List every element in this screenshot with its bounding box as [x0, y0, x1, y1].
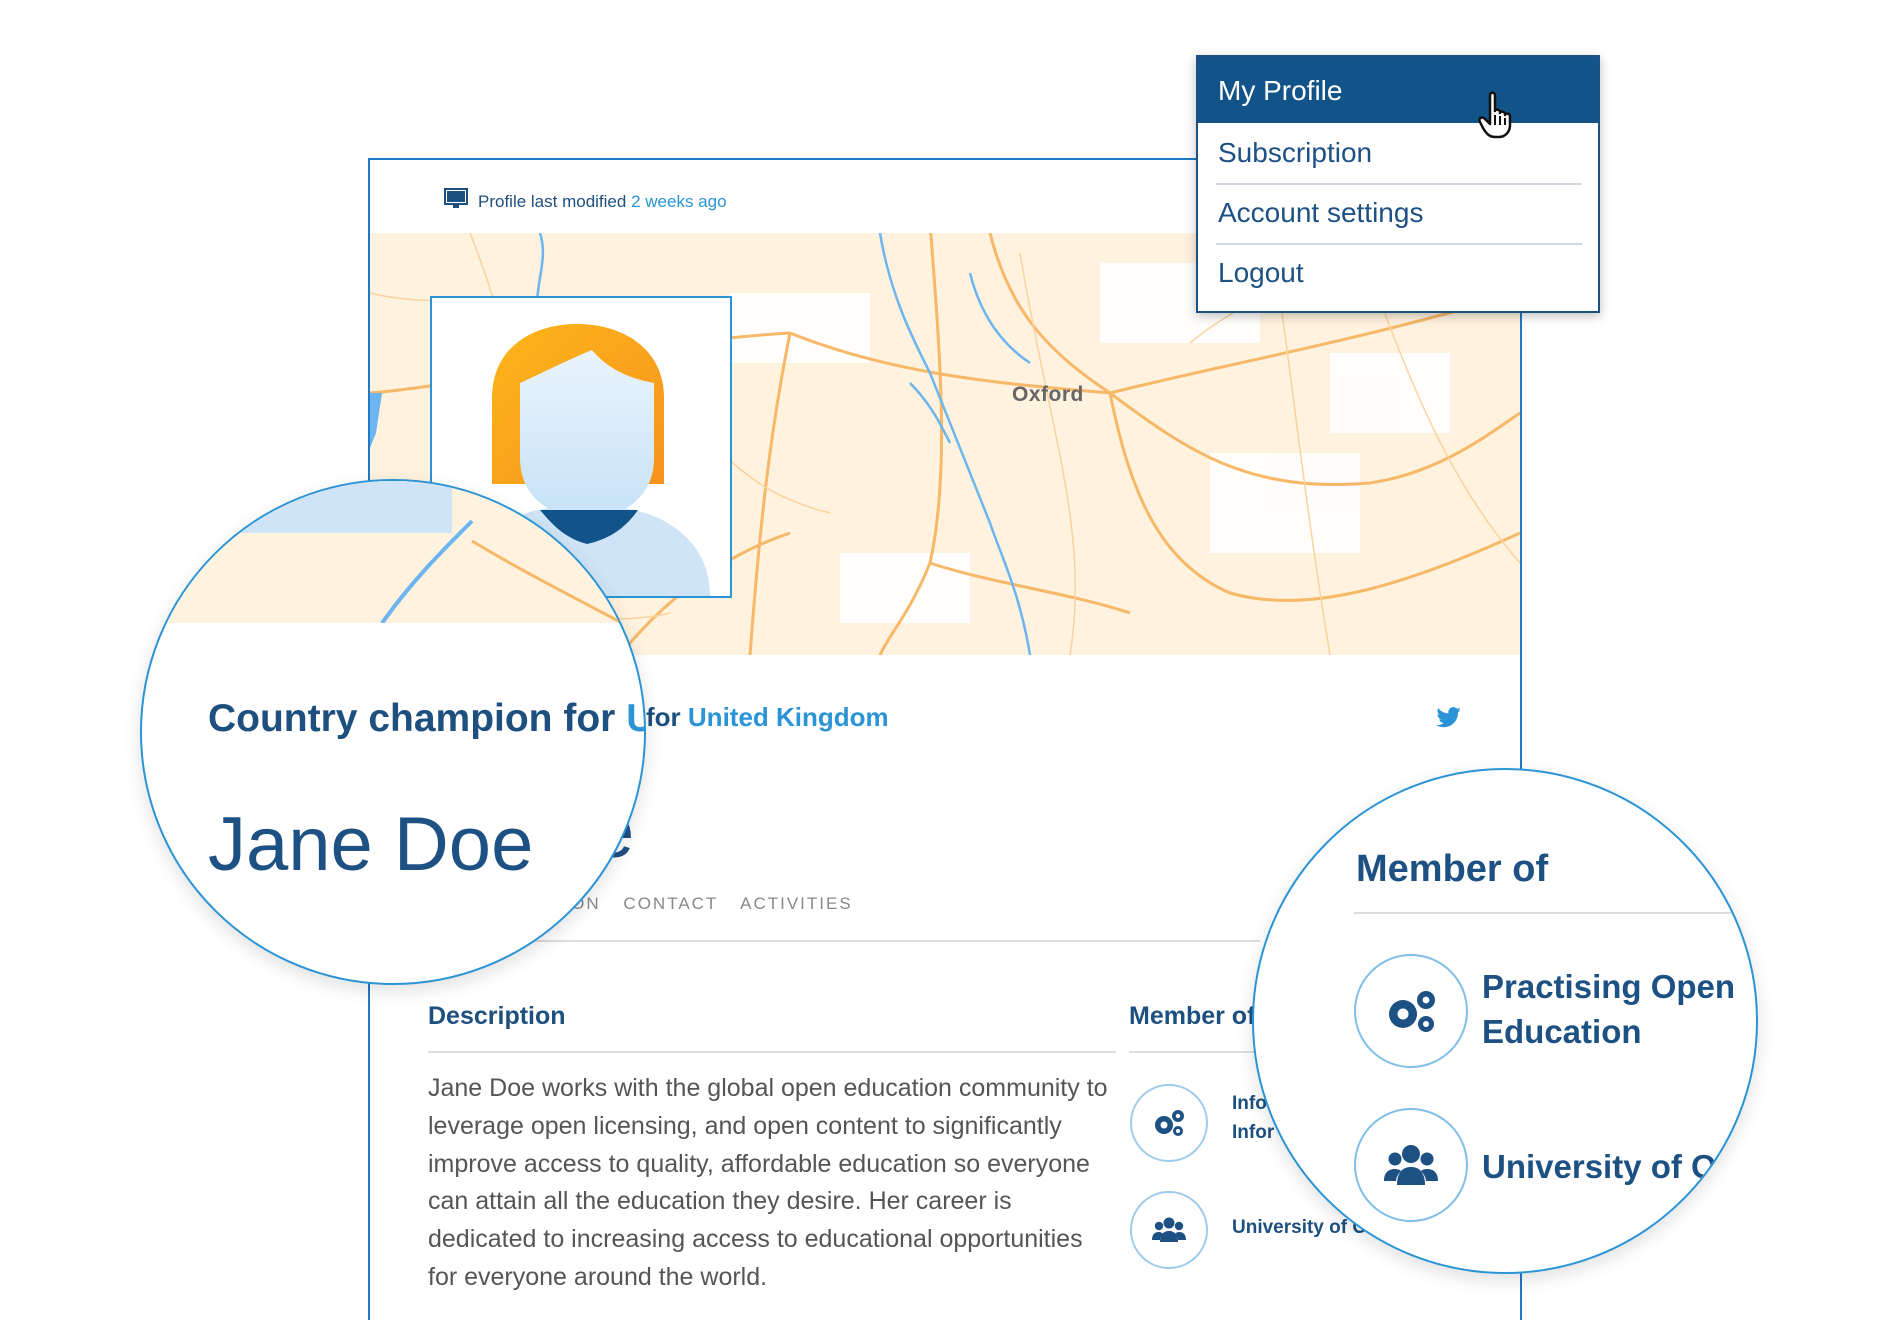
zoom-member-of-divider: [1354, 912, 1756, 914]
member-of-title: Member of: [1129, 1002, 1256, 1030]
tabs-divider: [430, 940, 1260, 942]
gears-icon: [1155, 1110, 1184, 1136]
description-title: Description: [428, 1002, 566, 1030]
menu-item-subscription[interactable]: Subscription: [1218, 137, 1372, 169]
zoom-map-strip: [142, 481, 644, 625]
group-name-small-1-line1[interactable]: Info: [1232, 1093, 1267, 1115]
users-icon: [1152, 1217, 1186, 1242]
zoom-callout-member-of: Member of Practising Open Education Univ…: [1252, 768, 1758, 1274]
modified-label: Profile last modified: [478, 192, 627, 211]
zoom-callout-name: Country champion for Un Jane Doe: [140, 479, 646, 985]
zoom-champion-line: Country champion for Un: [208, 697, 644, 741]
group-name-2[interactable]: University of O: [1482, 1144, 1717, 1189]
group-icon-users-small[interactable]: [1130, 1191, 1208, 1269]
group-name-1[interactable]: Practising Open Education: [1482, 964, 1735, 1054]
description-divider: [428, 1051, 1116, 1053]
modified-ago-link[interactable]: 2 weeks ago: [631, 192, 726, 211]
tab-contact[interactable]: CONTACT: [623, 894, 718, 913]
users-icon: [1384, 1145, 1438, 1185]
group-icon-gears-small[interactable]: [1130, 1084, 1208, 1162]
monitor-icon: [444, 188, 468, 208]
description-text: Jane Doe works with the global open educ…: [428, 1074, 1108, 1291]
zoom-country-link[interactable]: Un: [626, 697, 644, 740]
group-name-1-line2: Education: [1482, 1013, 1642, 1050]
menu-divider: [1216, 183, 1582, 185]
zoom-map-graphic: [142, 481, 644, 625]
zoom-champion-prefix: Country champion for: [208, 697, 616, 740]
hand-pointer-icon: [1478, 91, 1512, 139]
group-name-small-2[interactable]: University of O: [1232, 1217, 1367, 1239]
gears-icon: [1389, 991, 1435, 1032]
group-name-small-1-line2[interactable]: Infor: [1232, 1122, 1274, 1144]
profile-tabs: ATION CONTACT ACTIVITIES: [540, 894, 869, 914]
menu-item-my-profile-label: My Profile: [1218, 75, 1343, 106]
group-name-1-line1: Practising Open: [1482, 968, 1736, 1005]
user-menu-dropdown: My Profile Subscription Account settings…: [1196, 55, 1600, 313]
group-icon-gears[interactable]: [1354, 954, 1468, 1068]
profile-modified: Profile last modified 2 weeks ago: [444, 188, 727, 212]
group-icon-users[interactable]: [1354, 1108, 1468, 1222]
menu-item-account-settings[interactable]: Account settings: [1218, 197, 1423, 229]
menu-item-my-profile[interactable]: My Profile: [1198, 57, 1598, 139]
tab-activities[interactable]: ACTIVITIES: [740, 894, 853, 913]
menu-divider: [1216, 243, 1582, 245]
profile-name: Jane Doe: [208, 802, 534, 887]
champion-for-label: for: [646, 702, 681, 732]
zoom-member-of-title: Member of: [1356, 848, 1549, 890]
map-city-label: Oxford: [1012, 383, 1084, 406]
twitter-icon[interactable]: [1436, 707, 1462, 729]
menu-item-logout[interactable]: Logout: [1218, 257, 1304, 289]
champion-line: for United Kingdom: [646, 702, 889, 733]
country-link[interactable]: United Kingdom: [688, 702, 889, 732]
